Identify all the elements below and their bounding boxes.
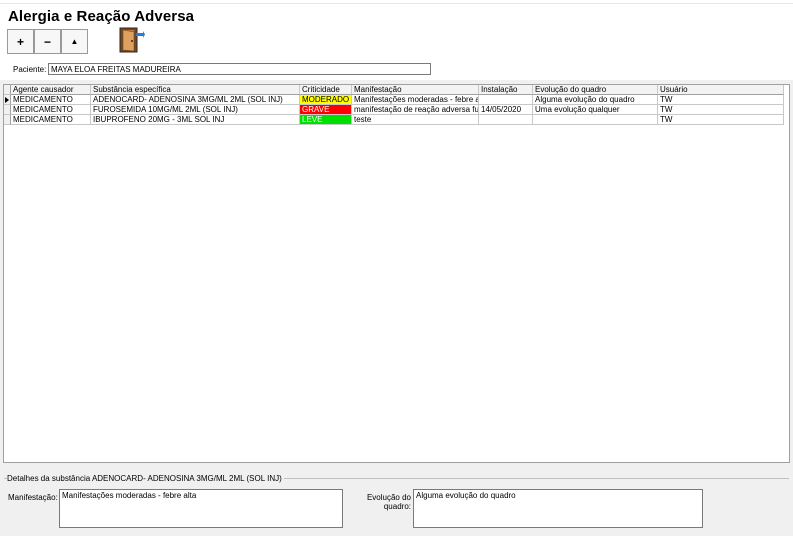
cell-evolucao[interactable]: Uma evolução qualquer bbox=[533, 105, 658, 115]
minus-icon: − bbox=[43, 34, 51, 49]
column-header-evolucao[interactable]: Evolução do quadro bbox=[533, 85, 658, 95]
cell-instalacao[interactable] bbox=[479, 95, 533, 105]
cell-instalacao[interactable]: 14/05/2020 bbox=[479, 105, 533, 115]
caret-up-icon: ▲ bbox=[70, 37, 79, 46]
current-row-arrow-icon bbox=[5, 97, 9, 103]
cell-substancia[interactable]: FUROSEMIDA 10MG/ML 2ML (SOL INJ) bbox=[91, 105, 300, 115]
manifestacao-label: Manifestação: bbox=[8, 493, 58, 502]
manifestacao-memo[interactable]: Manifestações moderadas - febre alta bbox=[59, 489, 343, 528]
row-indicator bbox=[4, 105, 11, 115]
column-header-criticidade[interactable]: Criticidade bbox=[300, 85, 352, 95]
grid-header-row: Agente causador Substância específica Cr… bbox=[4, 85, 784, 95]
row-indicator bbox=[4, 95, 11, 105]
page-title: Alergia e Reação Adversa bbox=[8, 8, 195, 25]
column-header-usuario[interactable]: Usuário bbox=[658, 85, 784, 95]
cell-agente[interactable]: MEDICAMENTO bbox=[11, 115, 91, 125]
add-button[interactable]: + bbox=[7, 29, 34, 54]
remove-button[interactable]: − bbox=[34, 29, 61, 54]
cell-agente[interactable]: MEDICAMENTO bbox=[11, 95, 91, 105]
evolucao-label: Evolução do quadro: bbox=[366, 493, 411, 511]
allergy-grid[interactable]: Agente causador Substância específica Cr… bbox=[3, 84, 790, 463]
cell-evolucao[interactable]: Alguma evolução do quadro bbox=[533, 95, 658, 105]
header-panel: Alergia e Reação Adversa + − ▲ Paciente:… bbox=[0, 0, 793, 80]
table-row[interactable]: MEDICAMENTO ADENOCARD- ADENOSINA 3MG/ML … bbox=[4, 95, 784, 105]
cell-usuario[interactable]: TW bbox=[658, 95, 784, 105]
cell-agente[interactable]: MEDICAMENTO bbox=[11, 105, 91, 115]
row-indicator-header bbox=[4, 85, 11, 95]
column-header-agente[interactable]: Agente causador bbox=[11, 85, 91, 95]
table-row[interactable]: MEDICAMENTO IBUPROFENO 20MG - 3ML SOL IN… bbox=[4, 115, 784, 125]
up-button[interactable]: ▲ bbox=[61, 29, 88, 54]
column-header-substancia[interactable]: Substância específica bbox=[91, 85, 300, 95]
cell-manifestacao[interactable]: teste bbox=[352, 115, 479, 125]
cell-manifestacao[interactable]: Manifestações moderadas - febre alta bbox=[352, 95, 479, 105]
cell-criticidade[interactable]: GRAVE bbox=[300, 105, 352, 115]
header-divider bbox=[0, 3, 793, 4]
cell-criticidade[interactable]: MODERADO bbox=[300, 95, 352, 105]
table-row[interactable]: MEDICAMENTO FUROSEMIDA 10MG/ML 2ML (SOL … bbox=[4, 105, 784, 115]
exit-button[interactable] bbox=[117, 27, 145, 53]
column-header-instalacao[interactable]: Instalação bbox=[479, 85, 533, 95]
row-indicator bbox=[4, 115, 11, 125]
plus-icon: + bbox=[16, 34, 24, 49]
door-exit-icon bbox=[119, 27, 145, 53]
patient-label: Paciente: bbox=[13, 65, 47, 74]
column-header-manifestacao[interactable]: Manifestação bbox=[352, 85, 479, 95]
evolucao-memo[interactable]: Alguma evolução do quadro bbox=[413, 489, 703, 528]
cell-substancia[interactable]: IBUPROFENO 20MG - 3ML SOL INJ bbox=[91, 115, 300, 125]
cell-usuario[interactable]: TW bbox=[658, 105, 784, 115]
patient-field[interactable]: MAYA ELOA FREITAS MADUREIRA bbox=[48, 63, 431, 75]
cell-evolucao[interactable] bbox=[533, 115, 658, 125]
cell-criticidade[interactable]: LEVE bbox=[300, 115, 352, 125]
cell-manifestacao[interactable]: manifestação de reação adversa furos bbox=[352, 105, 479, 115]
details-groupbox-title: Detalhes da substância ADENOCARD- ADENOS… bbox=[7, 474, 284, 483]
cell-instalacao[interactable] bbox=[479, 115, 533, 125]
cell-substancia[interactable]: ADENOCARD- ADENOSINA 3MG/ML 2ML (SOL INJ… bbox=[91, 95, 300, 105]
cell-usuario[interactable]: TW bbox=[658, 115, 784, 125]
